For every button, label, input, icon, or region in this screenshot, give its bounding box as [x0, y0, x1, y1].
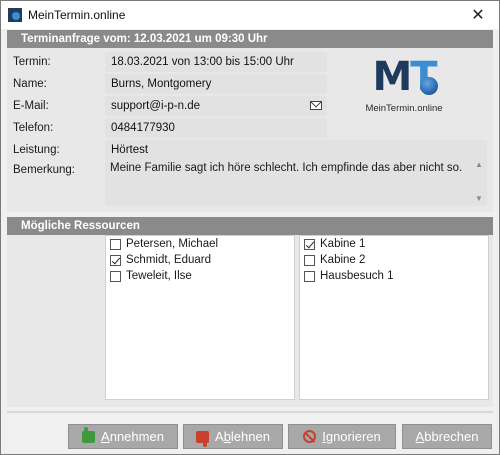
resources-header: Mögliche Ressourcen — [7, 217, 493, 235]
cancel-button[interactable]: Abbrechen — [402, 424, 492, 449]
room-checkbox-0[interactable] — [304, 238, 315, 250]
email-label: E-Mail: — [13, 100, 49, 112]
staff-checkbox-2[interactable] — [110, 270, 121, 282]
telefon-label: Telefon: — [13, 122, 54, 134]
title-bar[interactable]: MeinTermin.online ✕ — [1, 1, 499, 29]
email-field[interactable]: support@i-p-n.de — [105, 96, 327, 116]
accept-button[interactable]: Annehmen — [68, 424, 178, 449]
request-panel: Terminanfrage vom: 12.03.2021 um 09:30 U… — [7, 30, 493, 212]
name-field[interactable]: Burns, Montgomery — [105, 74, 327, 94]
leistung-label: Leistung: — [13, 144, 60, 156]
meintermin-logo: MT MeinTermin.online — [362, 53, 446, 125]
staff-item[interactable]: Teweleit, Ilse — [106, 268, 294, 284]
mail-icon[interactable] — [310, 101, 322, 110]
room-item[interactable]: Hausbesuch 1 — [300, 268, 488, 284]
room-checkbox-1[interactable] — [304, 254, 315, 266]
staff-item[interactable]: Petersen, Michael — [106, 236, 294, 252]
termin-label: Termin: — [13, 56, 51, 68]
request-header: Terminanfrage vom: 12.03.2021 um 09:30 U… — [7, 30, 493, 48]
thumbs-down-icon — [196, 430, 210, 447]
window-title: MeinTermin.online — [28, 8, 126, 22]
staff-list: Petersen, Michael Schmidt, Eduard Tewele… — [105, 235, 295, 400]
resources-panel: Mögliche Ressourcen Petersen, Michael Sc… — [7, 217, 493, 407]
staff-item[interactable]: Schmidt, Eduard — [106, 252, 294, 268]
room-list: Kabine 1 Kabine 2 Hausbesuch 1 — [299, 235, 489, 400]
app-logo-icon — [8, 8, 22, 22]
email-value: support@i-p-n.de — [111, 100, 201, 112]
termin-field[interactable]: 18.03.2021 von 13:00 bis 15:00 Uhr — [105, 52, 327, 72]
name-label: Name: — [13, 78, 47, 90]
accept-label: Annehmen — [101, 429, 164, 444]
globe-icon — [420, 77, 438, 95]
ignore-button[interactable]: Ignorieren — [288, 424, 396, 449]
cancel-label: Abbrechen — [415, 429, 479, 444]
room-label-0: Kabine 1 — [320, 238, 366, 250]
logo-mark-m: M — [372, 54, 412, 100]
ignore-label: Ignorieren — [322, 429, 381, 444]
divider — [7, 411, 493, 413]
scroll-down-icon[interactable]: ▼ — [475, 195, 483, 203]
close-button[interactable]: ✕ — [467, 5, 489, 25]
telefon-field[interactable]: 0484177930 — [105, 118, 327, 138]
room-checkbox-2[interactable] — [304, 270, 315, 282]
staff-checkbox-0[interactable] — [110, 238, 121, 250]
bemerkung-text: Meine Familie sagt ich höre schlecht. Ic… — [110, 162, 463, 174]
room-label-1: Kabine 2 — [320, 254, 366, 266]
reject-button[interactable]: Ablehnen — [183, 424, 283, 449]
reject-label: Ablehnen — [215, 429, 270, 444]
room-item[interactable]: Kabine 2 — [300, 252, 488, 268]
staff-label-2: Teweleit, Ilse — [126, 270, 192, 282]
scroll-up-icon[interactable]: ▲ — [475, 161, 483, 169]
staff-checkbox-1[interactable] — [110, 254, 121, 266]
room-item[interactable]: Kabine 1 — [300, 236, 488, 252]
bemerkung-label: Bemerkung: — [13, 164, 76, 176]
staff-label-0: Petersen, Michael — [126, 238, 219, 250]
thumbs-up-icon — [82, 426, 96, 443]
app-window: MeinTermin.online ✕ Terminanfrage vom: 1… — [0, 0, 500, 455]
bemerkung-field[interactable]: Meine Familie sagt ich höre schlecht. Ic… — [105, 158, 487, 206]
room-label-2: Hausbesuch 1 — [320, 270, 394, 282]
leistung-field[interactable]: Hörtest — [105, 140, 487, 160]
ignore-icon — [303, 430, 317, 443]
logo-subtitle: MeinTermin.online — [365, 103, 443, 114]
logo-mark: MT — [362, 53, 446, 101]
staff-label-1: Schmidt, Eduard — [126, 254, 212, 266]
